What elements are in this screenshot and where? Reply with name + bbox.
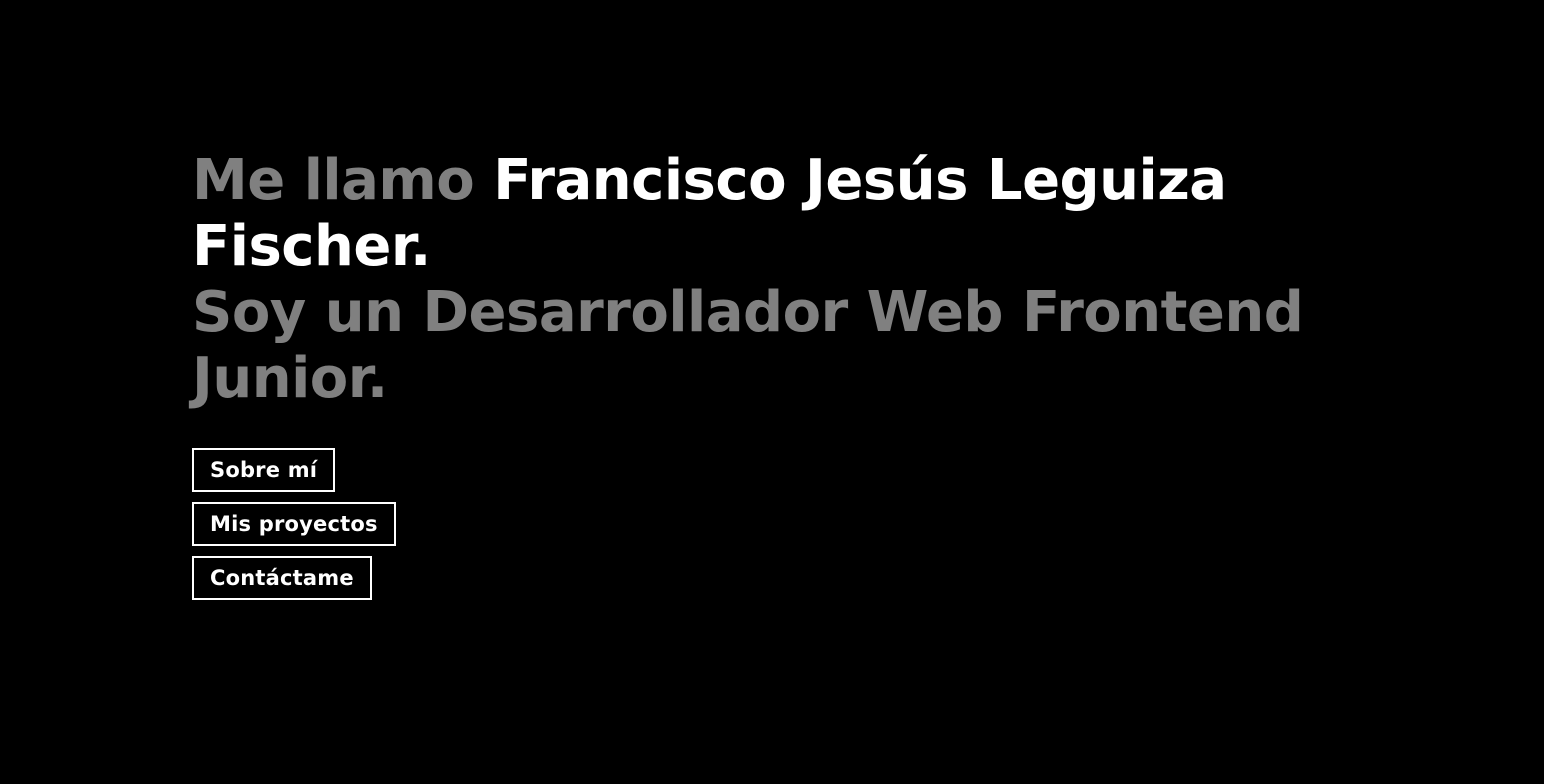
projects-button[interactable]: Mis proyectos	[192, 502, 396, 546]
hero-section: Me llamo Francisco Jesús Leguiza Fischer…	[192, 148, 1342, 412]
contact-button[interactable]: Contáctame	[192, 556, 372, 600]
hero-headline: Me llamo Francisco Jesús Leguiza Fischer…	[192, 148, 1342, 412]
about-button[interactable]: Sobre mí	[192, 448, 336, 492]
intro-text: Me llamo	[192, 148, 475, 213]
hero-nav: Sobre mí Mis proyectos Contáctame	[192, 448, 396, 600]
role-text: Soy un Desarrollador Web Frontend Junior…	[192, 280, 1304, 411]
